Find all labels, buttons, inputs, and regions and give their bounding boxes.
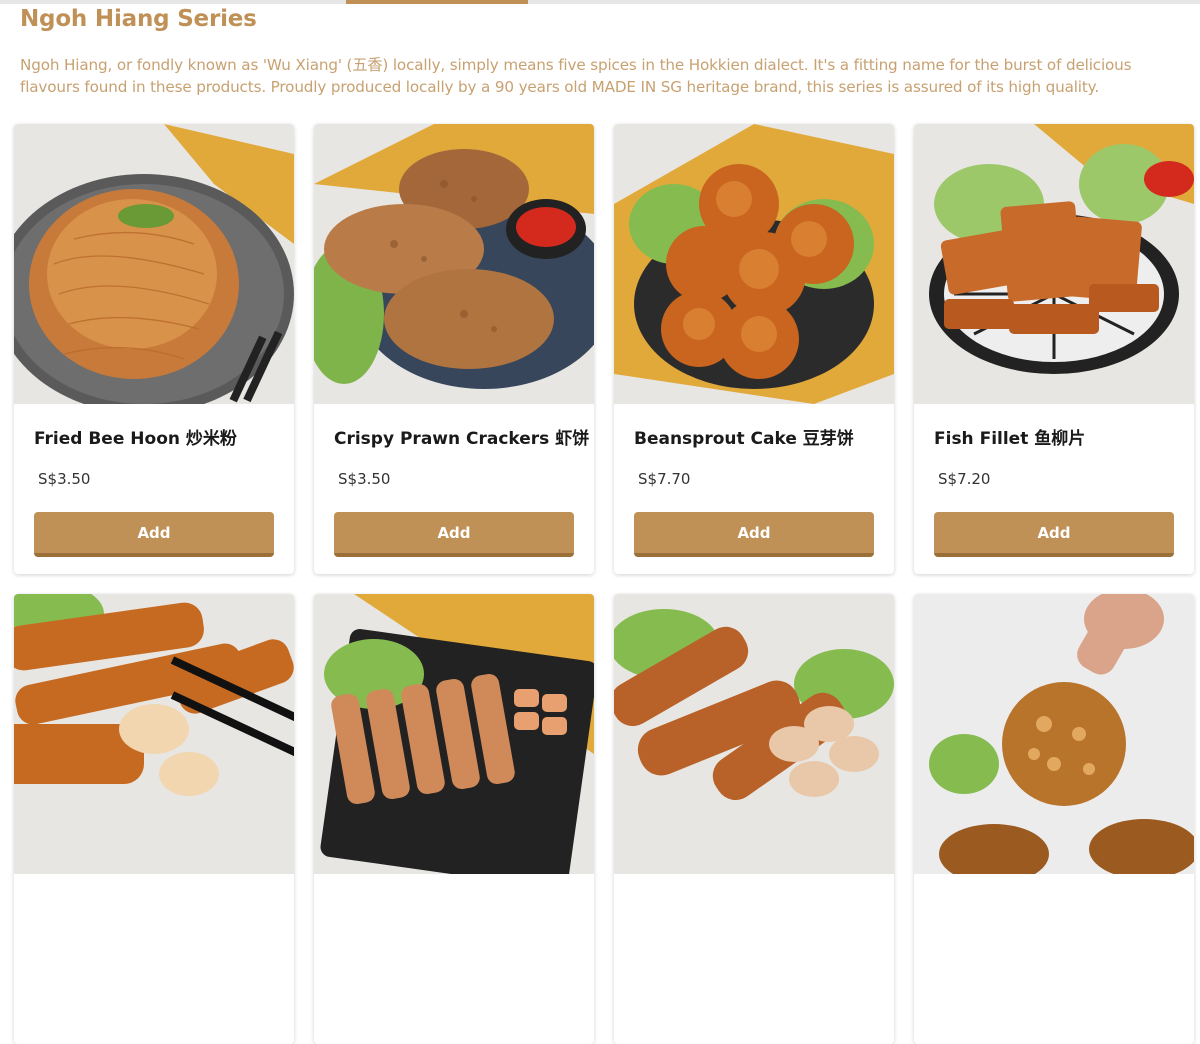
product-card: Fried Bee Hoon 炒米粉 S$3.50 Add: [14, 124, 294, 574]
product-price: S$3.50: [38, 470, 91, 488]
fish-fillet-photo[interactable]: [914, 124, 1194, 404]
sausage-rolls-photo[interactable]: [614, 594, 894, 874]
beansprout-cake-photo[interactable]: [614, 124, 894, 404]
product-card: Beansprout Cake 豆芽饼 S$7.70 Add: [614, 124, 894, 574]
add-button[interactable]: Add: [334, 512, 574, 557]
product-name[interactable]: Crispy Prawn Crackers 虾饼: [334, 424, 589, 449]
tab-active-indicator: [346, 0, 528, 4]
prawn-crackers-photo[interactable]: [314, 124, 594, 404]
fried-bee-hoon-photo[interactable]: [14, 124, 294, 404]
add-button[interactable]: Add: [34, 512, 274, 557]
product-price: S$3.50: [338, 470, 391, 488]
product-card: [914, 594, 1194, 1044]
product-name[interactable]: Fish Fillet 鱼柳片: [934, 424, 1085, 449]
fried-fish-cake-photo[interactable]: [14, 594, 294, 874]
product-name[interactable]: Beansprout Cake 豆芽饼: [634, 424, 854, 449]
tab-bar: [0, 0, 1200, 4]
section-description: Ngoh Hiang, or fondly known as 'Wu Xiang…: [20, 56, 1132, 96]
fried-fritter-photo[interactable]: [914, 594, 1194, 874]
add-button[interactable]: Add: [934, 512, 1174, 557]
product-card: Fish Fillet 鱼柳片 S$7.20 Add: [914, 124, 1194, 574]
product-card: [14, 594, 294, 1044]
add-button[interactable]: Add: [634, 512, 874, 557]
product-name[interactable]: Fried Bee Hoon 炒米粉: [34, 424, 237, 449]
product-price: S$7.70: [638, 470, 691, 488]
product-card: [314, 594, 594, 1044]
product-card: Crispy Prawn Crackers 虾饼 S$3.50 Add: [314, 124, 594, 574]
product-grid: Fried Bee Hoon 炒米粉 S$3.50 Add Crispy Pra…: [14, 124, 1194, 1044]
section-title: Ngoh Hiang Series: [20, 6, 257, 32]
ngoh-hiang-rolls-photo[interactable]: [314, 594, 594, 874]
product-price: S$7.20: [938, 470, 991, 488]
product-card: [614, 594, 894, 1044]
